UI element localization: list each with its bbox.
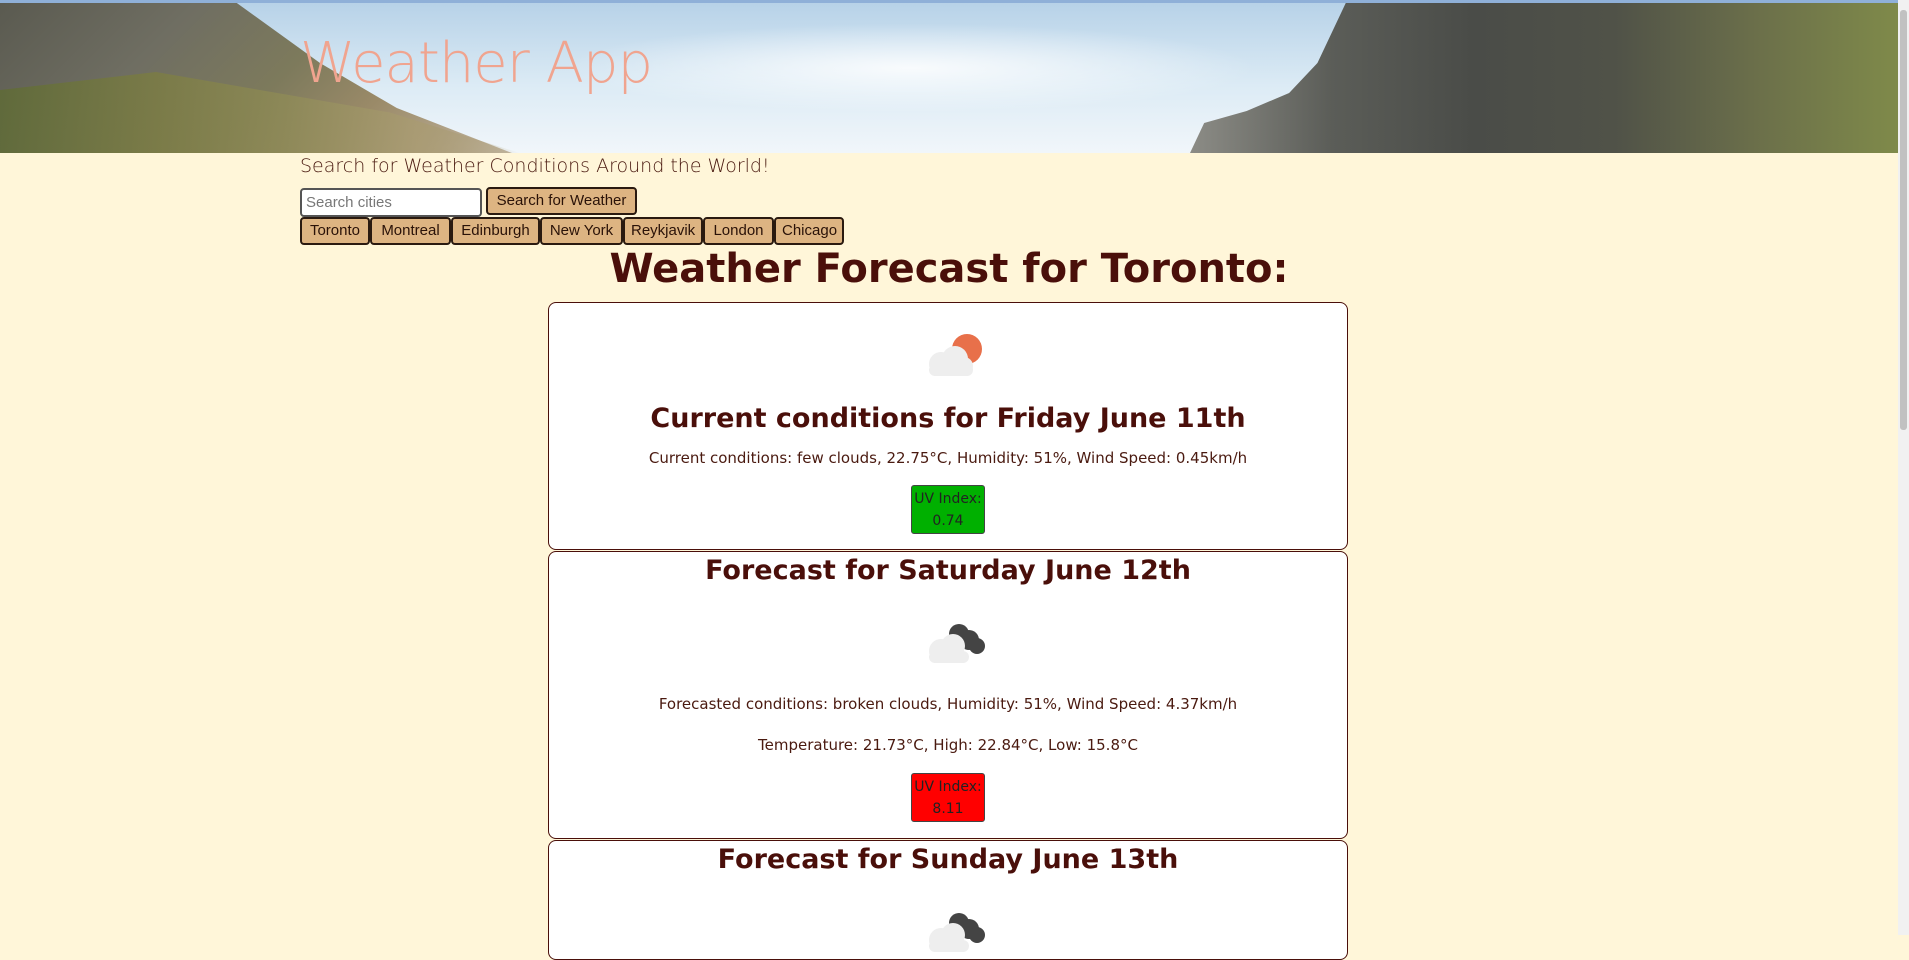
city-button-new-york[interactable]: New York xyxy=(540,217,623,245)
forecast-heading: Weather Forecast for Toronto: xyxy=(609,246,1289,292)
current-conditions-title: Current conditions for Friday June 11th xyxy=(650,403,1246,434)
city-button-toronto[interactable]: Toronto xyxy=(300,217,370,245)
uv-index-value: 0.74 xyxy=(932,513,964,529)
city-button-chicago[interactable]: Chicago xyxy=(774,217,844,245)
uv-index-label: UV Index: xyxy=(914,779,982,795)
few-clouds-icon xyxy=(929,334,982,376)
uv-index-badge: UV Index: 8.11 xyxy=(911,773,985,822)
uv-index-badge: UV Index: 0.74 xyxy=(911,485,985,534)
app-title: Weather App xyxy=(300,31,653,96)
search-button[interactable]: Search for Weather xyxy=(486,187,637,215)
search-subtitle: Search for Weather Conditions Around the… xyxy=(300,155,770,177)
forecast-card: Forecast for Saturday June 12th Forecast… xyxy=(548,551,1348,839)
forecast-temperature-text: Temperature: 21.73°C, High: 22.84°C, Low… xyxy=(758,736,1138,754)
sky-clouds xyxy=(560,23,1260,113)
forecast-title: Forecast for Sunday June 13th xyxy=(717,844,1179,875)
broken-clouds-icon xyxy=(929,913,985,952)
forecast-card: Forecast for Sunday June 13th xyxy=(548,840,1348,960)
city-button-reykjavik[interactable]: Reykjavik xyxy=(623,217,703,245)
uv-index-value: 8.11 xyxy=(932,801,964,817)
current-conditions-card: Current conditions for Friday June 11th … xyxy=(548,302,1348,550)
city-button-montreal[interactable]: Montreal xyxy=(370,217,451,245)
forecast-title: Forecast for Saturday June 12th xyxy=(705,555,1191,586)
cliff-right-image xyxy=(1190,3,1898,153)
city-button-london[interactable]: London xyxy=(703,217,774,245)
current-conditions-text: Current conditions: few clouds, 22.75°C,… xyxy=(648,449,1248,467)
search-input[interactable] xyxy=(300,188,482,217)
forecast-conditions-text: Forecasted conditions: broken clouds, Hu… xyxy=(658,695,1238,713)
broken-clouds-icon xyxy=(929,624,985,663)
header-banner: Weather App xyxy=(0,3,1898,153)
city-button-edinburgh[interactable]: Edinburgh xyxy=(451,217,540,245)
uv-index-label: UV Index: xyxy=(914,491,982,507)
scrollbar-thumb[interactable] xyxy=(1900,10,1907,430)
